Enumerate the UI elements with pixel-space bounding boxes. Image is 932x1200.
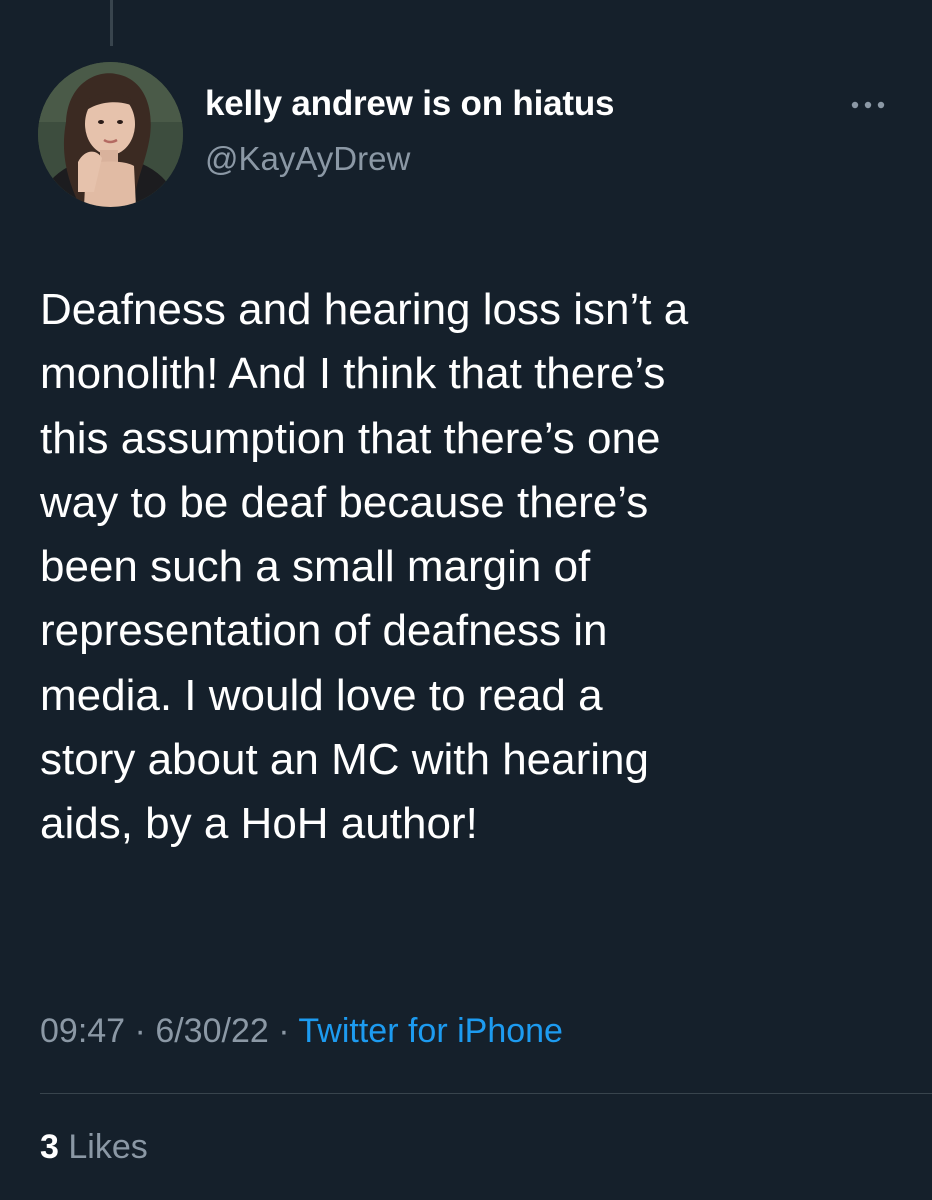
tweet-text: Deafness and hearing loss isn’t a monoli…	[40, 278, 902, 857]
more-options-button[interactable]	[848, 92, 892, 118]
tweet-text-line: way to be deaf because there’s	[40, 477, 649, 527]
tweet-text-line: been such a small margin of	[40, 542, 591, 592]
avatar-photo	[38, 62, 183, 207]
tweet-text-line: representation of deafness in	[40, 606, 608, 656]
tweet-text-line: aids, by a HoH author!	[40, 799, 478, 849]
thread-connector-line	[110, 0, 113, 46]
tweet-time[interactable]: 09:47	[40, 1012, 125, 1050]
tweet-metadata: 09:47 · 6/30/22 · Twitter for iPhone	[40, 1012, 563, 1051]
tweet-source-link[interactable]: Twitter for iPhone	[298, 1012, 563, 1050]
tweet-text-line: story about an MC with hearing	[40, 735, 649, 785]
tweet-text-line: media. I would love to read a	[40, 670, 603, 720]
meta-separator: ·	[278, 1012, 290, 1050]
avatar[interactable]	[38, 62, 183, 207]
divider	[40, 1093, 932, 1094]
author-handle[interactable]: @KayAyDrew	[205, 140, 410, 178]
author-display-name[interactable]: kelly andrew is on hiatus	[205, 84, 614, 124]
tweet-text-line: this assumption that there’s one	[40, 413, 661, 463]
more-horizontal-icon	[851, 101, 885, 109]
tweet-text-line: monolith! And I think that there’s	[40, 349, 666, 399]
tweet-date[interactable]: 6/30/22	[155, 1012, 268, 1050]
likes-count: 3	[40, 1128, 59, 1166]
likes-label: Likes	[68, 1128, 148, 1166]
tweet-text-line: Deafness and hearing loss isn’t a	[40, 285, 689, 334]
likes-stat[interactable]: 3 Likes	[40, 1128, 148, 1167]
meta-separator: ·	[134, 1012, 146, 1050]
